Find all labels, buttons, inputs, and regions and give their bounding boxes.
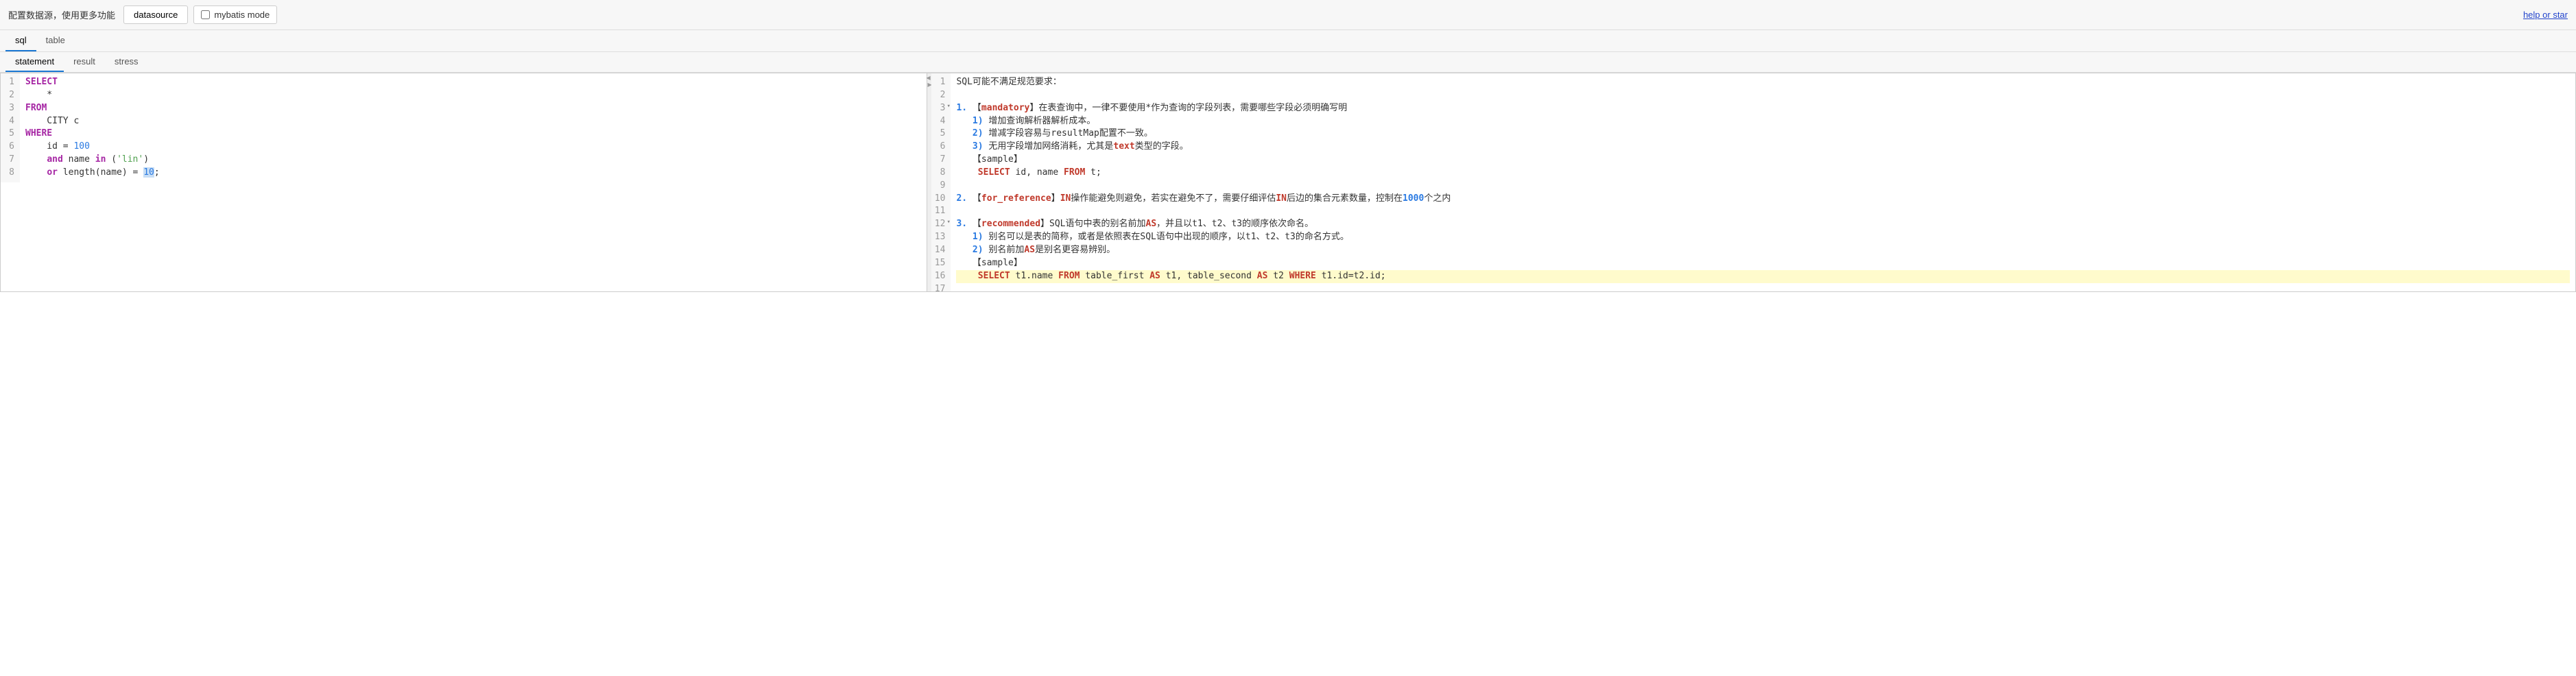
subtab-result[interactable]: result (64, 52, 105, 72)
fold-marker-icon[interactable]: ▾ (946, 102, 950, 111)
mybatis-mode-label: mybatis mode (214, 10, 270, 20)
sql-editor-pane: 12345678 SELECT *FROM CITY cWHERE id = 1… (1, 73, 927, 291)
subtab-statement[interactable]: statement (5, 52, 64, 72)
help-link[interactable]: help or star (2523, 10, 2568, 20)
subtab-stress[interactable]: stress (105, 52, 148, 72)
main-tabs: sqltable (0, 30, 2576, 52)
editor-area: 12345678 SELECT *FROM CITY cWHERE id = 1… (0, 73, 2576, 292)
mybatis-mode-input[interactable] (201, 10, 210, 19)
result-editor-pane: 12345678910111213141516171819202122 ▾▾ S… (931, 73, 2575, 291)
datasource-button[interactable]: datasource (123, 5, 188, 24)
sql-editor-code[interactable]: SELECT *FROM CITY cWHERE id = 100 and na… (20, 73, 927, 291)
result-editor-code[interactable]: SQL可能不满足规范要求： 1. 【mandatory】在表查询中，一律不要使用… (951, 73, 2575, 291)
sql-editor-gutter: 12345678 (1, 73, 20, 182)
toolbar: 配置数据源，使用更多功能 datasource mybatis mode hel… (0, 0, 2576, 30)
fold-marker-icon[interactable]: ▾ (946, 218, 950, 227)
mybatis-mode-checkbox[interactable]: mybatis mode (193, 5, 277, 24)
sub-tabs: statementresultstress (0, 52, 2576, 73)
tab-sql[interactable]: sql (5, 30, 36, 51)
toolbar-label: 配置数据源，使用更多功能 (8, 8, 115, 21)
tab-table[interactable]: table (36, 30, 75, 51)
